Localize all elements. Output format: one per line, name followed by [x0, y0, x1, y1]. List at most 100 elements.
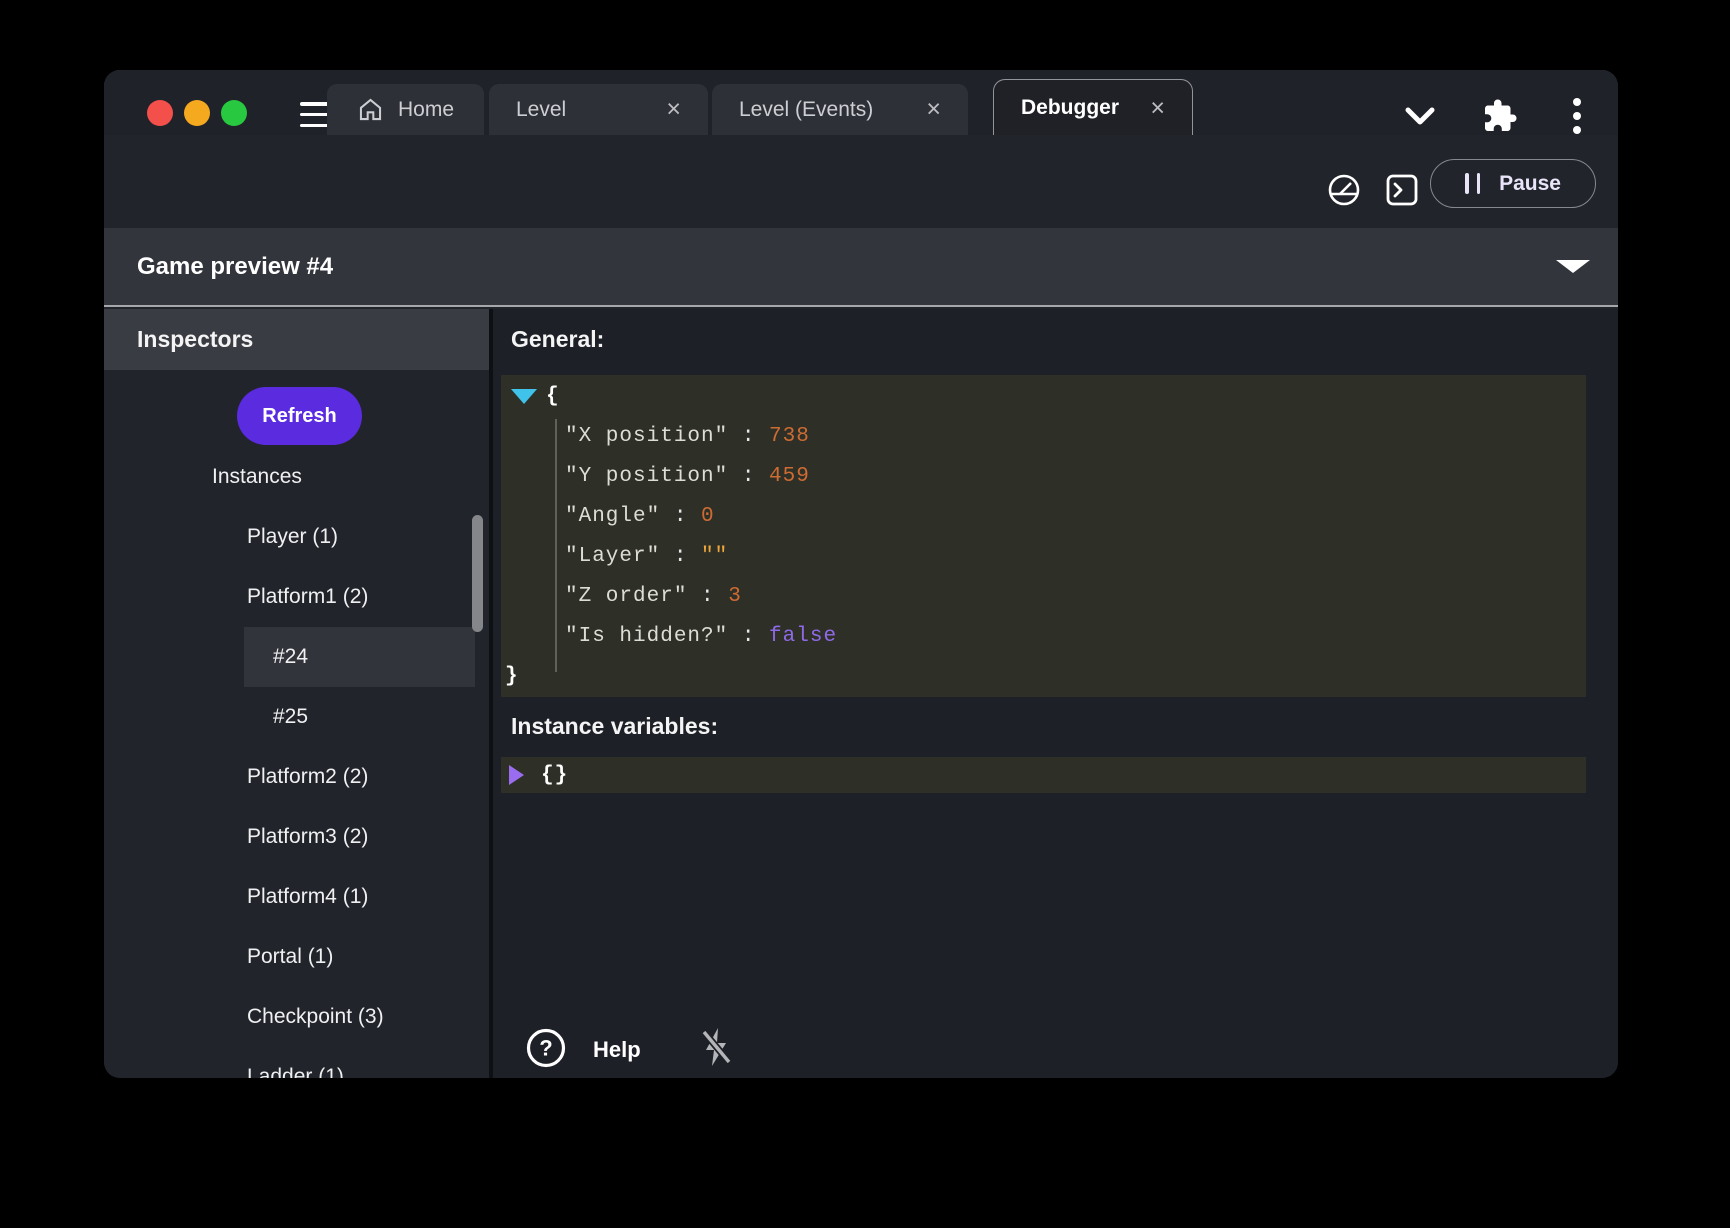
game-preview-title: Game preview #4	[137, 228, 333, 305]
debugger-toolbar: Pause	[104, 135, 1618, 228]
tree-item-ladder-1-[interactable]: Ladder (1)	[104, 1047, 489, 1078]
json-key: "Z order"	[565, 585, 687, 608]
tree-item-label: Platform1 (2)	[247, 585, 368, 609]
close-icon[interactable]: ×	[1150, 96, 1165, 121]
expand-triangle-icon[interactable]	[509, 765, 524, 785]
tab-bar: Home Level × Level (Events) × Debugger ×	[104, 70, 1618, 135]
tree-item-label: #24	[273, 645, 308, 669]
json-separator: :	[660, 505, 701, 528]
close-icon[interactable]: ×	[666, 97, 681, 122]
tree-item-platform2-2-[interactable]: Platform2 (2)	[104, 747, 489, 807]
json-root-row: {	[501, 376, 1586, 416]
json-key: "X position"	[565, 425, 728, 448]
tree-item-label: #25	[273, 705, 308, 729]
json-value: 459	[769, 465, 810, 488]
tree-item-label: Portal (1)	[247, 945, 333, 969]
collapse-triangle-icon[interactable]	[511, 389, 537, 404]
tree-item-label: Platform2 (2)	[247, 765, 368, 789]
indent-guide	[555, 419, 557, 672]
sidebar-header-label: Inspectors	[137, 309, 253, 370]
json-property-row: "X position" : 738	[501, 416, 1586, 456]
minimize-window-button[interactable]	[184, 100, 210, 126]
dropdown-caret-icon[interactable]	[1556, 260, 1590, 273]
tab-level[interactable]: Level ×	[489, 84, 708, 135]
json-close-row: }	[501, 656, 1586, 696]
tab-debugger[interactable]: Debugger ×	[993, 79, 1193, 136]
json-key: "Y position"	[565, 465, 728, 488]
inspector-detail-panel: General: { "X position" : 738"Y position…	[493, 309, 1618, 1078]
json-key: "Is hidden?"	[565, 625, 728, 648]
tab-label: Level (Events)	[739, 98, 873, 122]
tab-level-events[interactable]: Level (Events) ×	[712, 84, 968, 135]
screenshot-canvas: Home Level × Level (Events) × Debugger ×	[0, 0, 1730, 1228]
tab-home[interactable]: Home	[327, 84, 484, 135]
json-value: 3	[728, 585, 742, 608]
tree-item-instances[interactable]: Instances	[104, 447, 489, 507]
tab-label: Home	[398, 98, 454, 122]
general-section-label: General:	[511, 326, 604, 353]
game-preview-header[interactable]: Game preview #4	[104, 228, 1618, 307]
tree-item-label: Platform3 (2)	[247, 825, 368, 849]
json-separator: :	[687, 585, 728, 608]
tree-item-checkpoint-3-[interactable]: Checkpoint (3)	[104, 987, 489, 1047]
instances-tree: Instances Player (1) Platform1 (2) #24 #25 Pl…	[104, 447, 489, 1078]
empty-object: {}	[541, 764, 568, 787]
json-separator: :	[728, 425, 769, 448]
pause-icon	[1465, 173, 1480, 194]
tree-item--25[interactable]: #25	[104, 687, 489, 747]
json-key: "Layer"	[565, 545, 660, 568]
json-separator: :	[660, 545, 701, 568]
tree-item-platform3-2-[interactable]: Platform3 (2)	[104, 807, 489, 867]
zoom-window-button[interactable]	[221, 100, 247, 126]
puzzle-icon[interactable]	[1482, 98, 1518, 139]
tree-item-label: Platform4 (1)	[247, 885, 368, 909]
tree-item--24[interactable]: #24	[104, 627, 489, 687]
json-separator: :	[728, 625, 769, 648]
json-key: "Angle"	[565, 505, 660, 528]
pause-button[interactable]: Pause	[1430, 159, 1596, 208]
tab-label: Debugger	[1021, 96, 1119, 120]
window-controls	[147, 100, 247, 126]
console-icon[interactable]	[1383, 171, 1421, 214]
sidebar-scrollbar[interactable]	[472, 515, 483, 632]
tree-item-label: Player (1)	[247, 525, 338, 549]
json-property-row: "Y position" : 459	[501, 456, 1586, 496]
refresh-button[interactable]: Refresh	[237, 387, 362, 445]
tree-item-label: Ladder (1)	[247, 1065, 344, 1078]
svg-text:?: ?	[539, 1035, 552, 1060]
json-value: ""	[701, 545, 728, 568]
debugger-content: Inspectors Refresh Instances Player (1) Pl…	[104, 309, 1618, 1078]
instance-variables-label: Instance variables:	[511, 713, 718, 740]
help-row: ? Help	[525, 1028, 737, 1072]
help-label: Help	[593, 1037, 641, 1063]
tab-label: Level	[516, 98, 566, 122]
general-json-viewer: { "X position" : 738"Y position" : 459"A…	[501, 375, 1586, 697]
json-value: false	[769, 625, 837, 648]
app-window: Home Level × Level (Events) × Debugger ×	[104, 70, 1618, 1078]
sidebar-header: Inspectors	[104, 309, 489, 370]
open-brace: {	[546, 385, 560, 408]
help-circle-icon[interactable]: ?	[525, 1027, 567, 1074]
tree-item-label: Instances	[212, 465, 302, 489]
tree-item-platform4-1-[interactable]: Platform4 (1)	[104, 867, 489, 927]
flash-off-icon[interactable]	[697, 1026, 737, 1075]
chevron-down-icon[interactable]	[1401, 103, 1439, 134]
close-icon[interactable]: ×	[926, 97, 941, 122]
tree-item-platform1-2-[interactable]: Platform1 (2)	[104, 567, 489, 627]
json-separator: :	[728, 465, 769, 488]
close-window-button[interactable]	[147, 100, 173, 126]
tree-item-portal-1-[interactable]: Portal (1)	[104, 927, 489, 987]
inspectors-sidebar: Inspectors Refresh Instances Player (1) Pl…	[104, 309, 489, 1078]
pause-label: Pause	[1499, 172, 1561, 196]
close-brace: }	[505, 665, 519, 688]
json-value: 738	[769, 425, 810, 448]
home-icon	[357, 96, 384, 123]
json-property-row: "Z order" : 3	[501, 576, 1586, 616]
json-property-row: "Layer" : ""	[501, 536, 1586, 576]
json-value: 0	[701, 505, 715, 528]
profiler-gauge-icon[interactable]	[1325, 171, 1363, 214]
instance-variables-json-viewer: {}	[501, 757, 1586, 793]
tree-item-player-1-[interactable]: Player (1)	[104, 507, 489, 567]
tree-item-label: Checkpoint (3)	[247, 1005, 384, 1029]
json-property-row: "Angle" : 0	[501, 496, 1586, 536]
